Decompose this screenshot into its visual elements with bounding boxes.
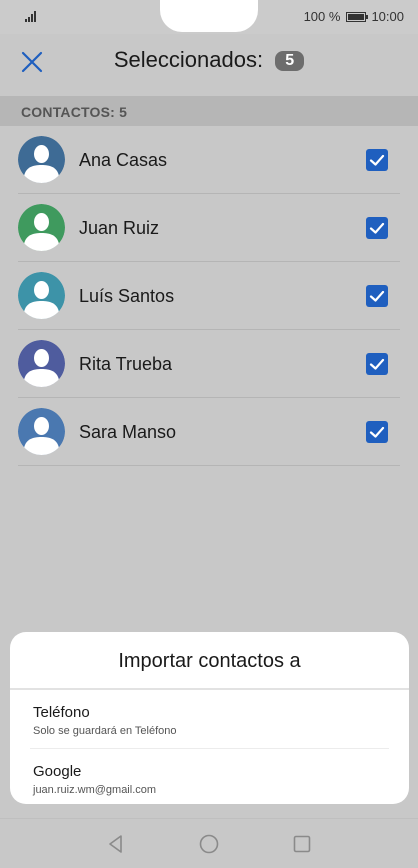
- contact-name: Luís Santos: [79, 286, 175, 306]
- status-right: 100 % 10:00: [304, 9, 404, 24]
- contact-name: Sara Manso: [79, 422, 177, 442]
- clock: 10:00: [371, 9, 404, 24]
- page-title: Seleccionados: 5: [0, 47, 418, 73]
- sheet-divider: [10, 688, 409, 690]
- option-separator: [30, 748, 389, 749]
- person-avatar-icon: [18, 408, 65, 455]
- app-header: Seleccionados: 5: [0, 34, 418, 88]
- contact-name: Rita Trueba: [79, 354, 173, 374]
- contact-row[interactable]: Rita Trueba: [18, 330, 400, 398]
- battery-icon: [346, 11, 369, 22]
- battery-text: 100 %: [303, 9, 341, 24]
- option-telefono[interactable]: Teléfono Solo se guardará en Teléfono: [33, 704, 388, 737]
- contact-list: Ana Casas Juan Ruiz Luís Santos Rita Trueba…: [18, 126, 400, 466]
- person-avatar-icon: [18, 272, 65, 319]
- contact-name: Ana Casas: [79, 150, 168, 170]
- person-avatar-icon: [18, 136, 65, 183]
- checkbox-checked-icon[interactable]: [366, 149, 388, 171]
- contact-row[interactable]: Luís Santos: [18, 262, 400, 330]
- status-bar: 100 % 10:00: [0, 0, 418, 34]
- option-google[interactable]: Google juan.ruiz.wm@gmail.com: [33, 763, 388, 796]
- back-triangle-icon[interactable]: [106, 834, 126, 854]
- home-circle-icon[interactable]: [199, 834, 219, 854]
- import-bottom-sheet: Importar contactos a Teléfono Solo se gu…: [10, 632, 409, 804]
- checkbox-checked-icon[interactable]: [366, 353, 388, 375]
- camera-notch: [160, 0, 258, 32]
- person-avatar-icon: [18, 204, 65, 251]
- option-subtitle: Solo se guardará en Teléfono: [33, 725, 177, 737]
- checkbox-checked-icon[interactable]: [366, 285, 388, 307]
- system-nav-bar: [0, 818, 418, 868]
- section-header: CONTACTOS: 5: [0, 96, 418, 126]
- signal-icon: [25, 11, 39, 22]
- title-text: Seleccionados:: [113, 47, 264, 72]
- option-title: Teléfono: [33, 704, 90, 721]
- contact-row[interactable]: Sara Manso: [18, 398, 400, 466]
- recent-square-icon[interactable]: [292, 834, 312, 854]
- option-subtitle: juan.ruiz.wm@gmail.com: [33, 784, 157, 796]
- checkbox-checked-icon[interactable]: [366, 217, 388, 239]
- contact-name: Juan Ruiz: [79, 218, 160, 238]
- contact-row[interactable]: Juan Ruiz: [18, 194, 400, 262]
- option-title: Google: [33, 763, 82, 780]
- contact-row[interactable]: Ana Casas: [18, 126, 400, 194]
- sheet-title: Importar contactos a: [118, 650, 301, 672]
- checkbox-checked-icon[interactable]: [366, 421, 388, 443]
- person-avatar-icon: [18, 340, 65, 387]
- selected-count-badge: 5: [275, 51, 305, 71]
